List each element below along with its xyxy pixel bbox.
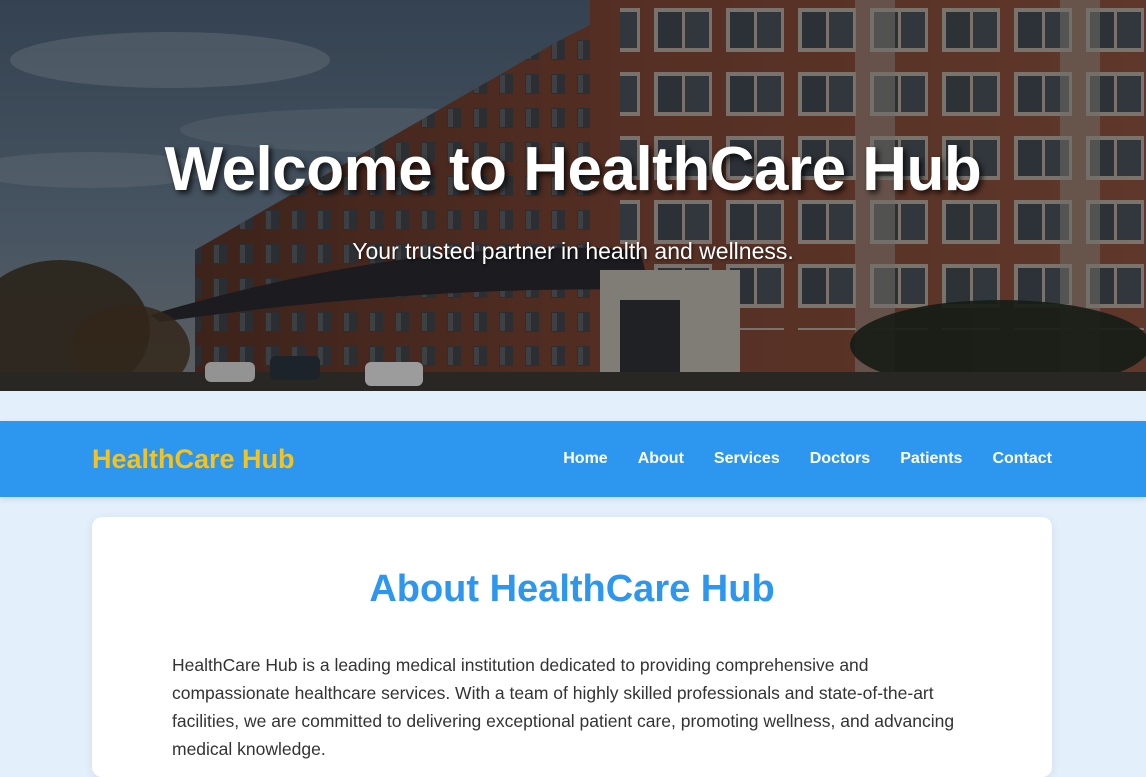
nav-item-services: Services (714, 450, 780, 468)
nav-link-services[interactable]: Services (714, 450, 780, 467)
hero-subtitle: Your trusted partner in health and welln… (352, 238, 794, 264)
nav-item-about: About (638, 450, 684, 468)
about-heading: About HealthCare Hub (369, 568, 775, 610)
hero-banner: Welcome to HealthCare Hub Your trusted p… (0, 0, 1146, 391)
nav-link-about[interactable]: About (638, 450, 684, 467)
nav-link-doctors[interactable]: Doctors (810, 450, 870, 467)
nav-item-contact: Contact (992, 450, 1052, 468)
nav-link-home[interactable]: Home (563, 450, 607, 467)
nav-links: Home About Services Doctors Patients Con… (563, 421, 1052, 497)
brand-logo-link[interactable]: HealthCare Hub (92, 443, 295, 475)
main-navbar: HealthCare Hub Home About Services Docto… (0, 421, 1146, 497)
about-section-card: About HealthCare Hub HealthCare Hub is a… (92, 517, 1052, 777)
nav-link-patients[interactable]: Patients (900, 450, 962, 467)
nav-link-contact[interactable]: Contact (992, 450, 1052, 467)
about-description: HealthCare Hub is a leading medical inst… (172, 655, 955, 759)
nav-item-home: Home (563, 450, 607, 468)
hero-title: Welcome to HealthCare Hub (164, 135, 982, 204)
nav-item-patients: Patients (900, 450, 962, 468)
nav-item-doctors: Doctors (810, 450, 870, 468)
